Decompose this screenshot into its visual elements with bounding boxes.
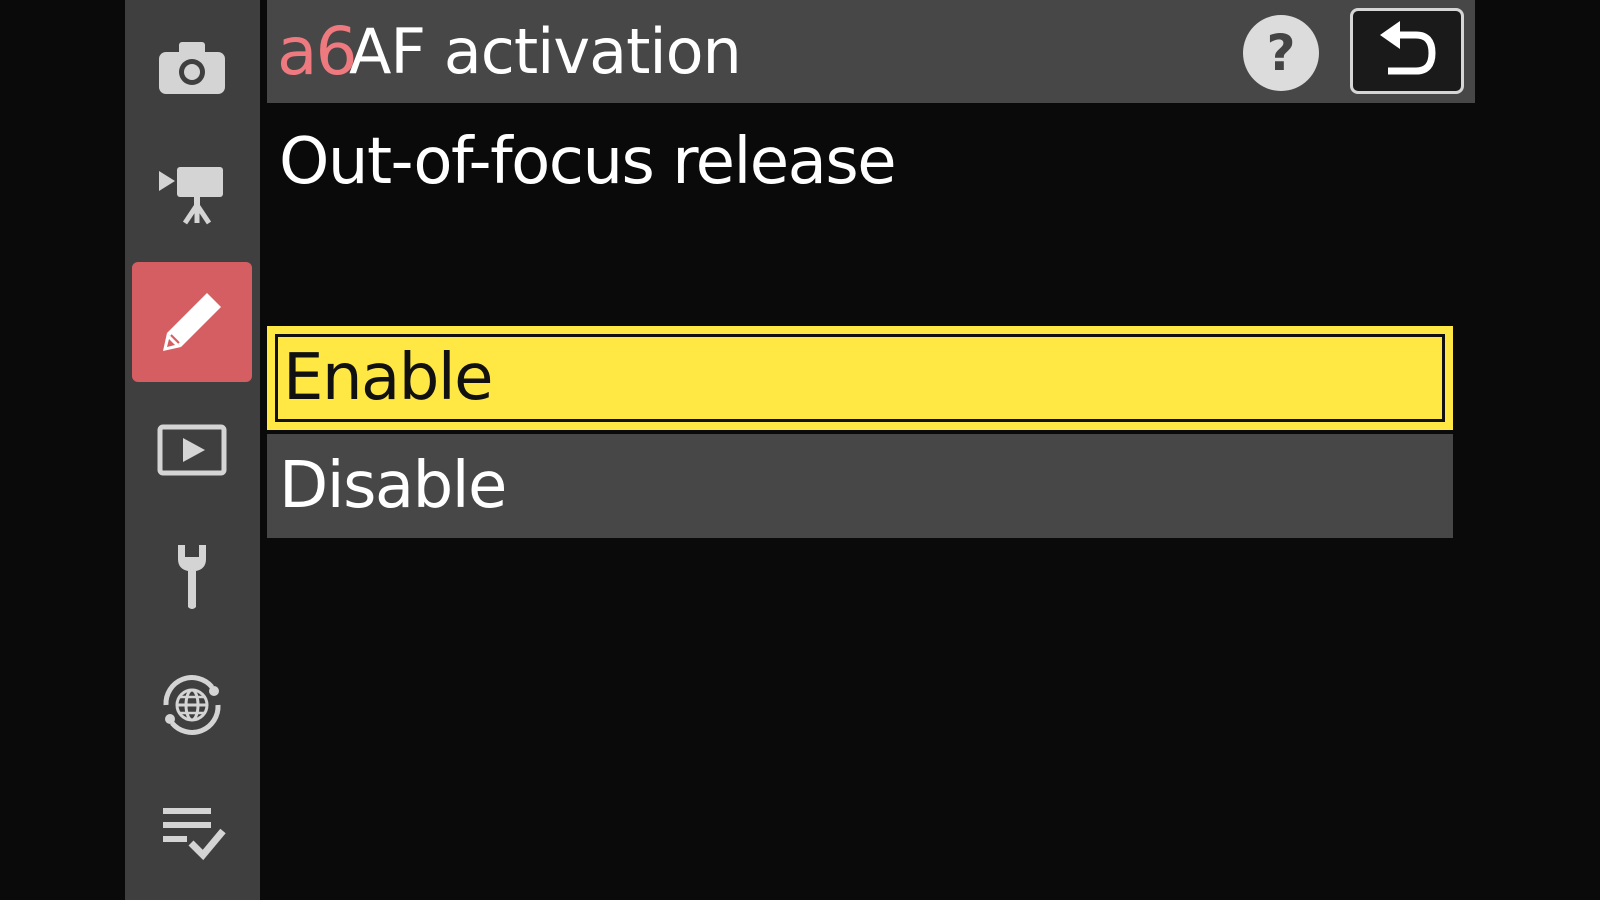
menu-header-bar: a6 AF activation ? <box>267 0 1475 103</box>
playback-menu-icon <box>157 424 227 476</box>
photo-shooting-menu-icon <box>157 38 227 98</box>
back-button[interactable] <box>1350 8 1464 94</box>
help-button[interactable]: ? <box>1243 15 1319 91</box>
option-label: Enable <box>283 341 494 415</box>
menu-tab-sidebar <box>125 0 260 900</box>
tab-movie-recording[interactable] <box>132 133 252 253</box>
my-menu-icon <box>157 803 227 861</box>
movie-recording-menu-icon <box>157 161 227 225</box>
page-title: AF activation <box>349 15 742 88</box>
tab-custom-settings[interactable] <box>132 262 252 382</box>
tab-my-menu[interactable] <box>132 772 252 892</box>
option-label: Disable <box>279 449 507 523</box>
setup-menu-icon <box>172 541 212 611</box>
tab-network[interactable] <box>132 645 252 765</box>
option-disable[interactable]: Disable <box>267 434 1453 538</box>
camera-menu-screen: a6 AF activation ? Out-of-focus release … <box>0 0 1600 900</box>
custom-setting-code: a6 <box>277 13 357 90</box>
setting-subtitle: Out-of-focus release <box>279 125 897 199</box>
back-arrow-icon <box>1374 21 1440 81</box>
tab-playback[interactable] <box>132 390 252 510</box>
option-enable[interactable]: Enable <box>267 326 1453 430</box>
tab-setup[interactable] <box>132 516 252 636</box>
network-menu-icon <box>156 669 228 741</box>
custom-settings-menu-icon <box>159 289 225 355</box>
help-icon: ? <box>1266 24 1296 82</box>
tab-photo-shooting[interactable] <box>132 8 252 128</box>
